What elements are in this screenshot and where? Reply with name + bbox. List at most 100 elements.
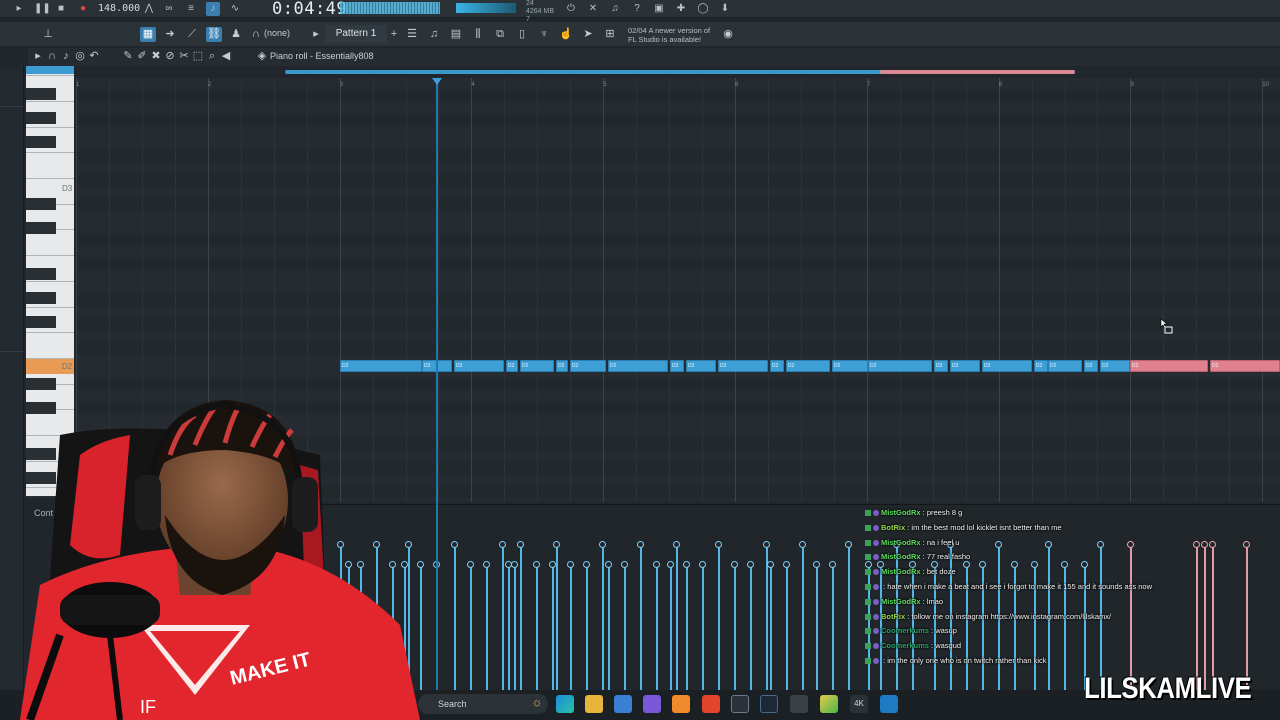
stop-icon[interactable]: ■ [54,2,68,16]
velocity-handle[interactable] [799,541,806,548]
tempo-display[interactable]: 148.000 [98,2,140,16]
typing-keyboard-icon[interactable]: ♪ [206,2,220,16]
song-time-display[interactable]: 0:04:49 [272,0,347,19]
note[interactable]: D2 [686,360,716,372]
velocity-stem[interactable] [470,564,472,694]
black-key[interactable] [26,268,56,280]
note[interactable]: D2 [1034,360,1048,372]
pause-icon[interactable]: ❚❚ [34,2,51,16]
velocity-stem[interactable] [718,544,720,694]
record-icon[interactable]: ● [76,2,90,16]
velocity-handle[interactable] [637,541,644,548]
playhead[interactable] [436,80,438,700]
velocity-handle[interactable] [767,561,774,568]
velocity-stem[interactable] [802,544,804,694]
velocity-stem[interactable] [656,564,658,694]
velocity-handle[interactable] [549,561,556,568]
plugin-picker-icon[interactable]: ♆ [536,27,552,42]
velocity-stem[interactable] [602,544,604,694]
snap-icon[interactable]: ∩ [248,27,264,42]
velocity-stem[interactable] [848,544,850,694]
velocity-stem[interactable] [420,564,422,694]
help-icon[interactable]: ? [630,2,644,16]
note[interactable]: D2 [868,360,932,372]
add-pattern-icon[interactable]: + [386,27,402,42]
plugin-icon[interactable]: ✚ [674,2,688,16]
white-key[interactable] [26,255,74,257]
velocity-handle[interactable] [599,541,606,548]
velocity-stem[interactable] [676,544,678,694]
white-key[interactable] [26,75,74,77]
velocity-stem[interactable] [586,564,588,694]
velocity-stem[interactable] [832,564,834,694]
next-icon[interactable]: ➜ [162,27,178,42]
note[interactable]: D2 [832,360,868,372]
wait-for-input-icon[interactable]: ∿ [228,2,242,16]
velocity-stem[interactable] [486,564,488,694]
black-key[interactable] [26,198,56,210]
note[interactable]: D2 [1084,360,1098,372]
note[interactable]: D2 [786,360,830,372]
note[interactable]: D2 [570,360,606,372]
velocity-handle[interactable] [533,561,540,568]
white-key[interactable] [26,100,74,102]
steam-icon[interactable] [760,695,778,713]
piano-roll-icon[interactable]: ♫ [426,27,442,42]
globe-icon[interactable]: ◉ [720,27,736,42]
speaker-icon[interactable]: ◀ [218,49,234,64]
velocity-handle[interactable] [467,561,474,568]
velocity-stem[interactable] [686,564,688,694]
browser-icon[interactable]: ⧉ [492,27,508,42]
white-key[interactable] [26,358,74,359]
cart-icon[interactable]: ⊞ [602,27,618,42]
step-edit-icon[interactable]: ≡ [184,2,198,16]
playlist-view-icon[interactable]: ▦ [140,27,156,42]
velocity-stem[interactable] [770,564,772,694]
save-icon[interactable]: ▣ [652,2,666,16]
widget-icon[interactable]: ☼ [528,695,546,713]
velocity-stem[interactable] [536,564,538,694]
prev-pattern-icon[interactable]: ▸ [308,27,324,42]
note[interactable]: D2 [718,360,768,372]
velocity-handle[interactable] [451,541,458,548]
note[interactable]: D2 [454,360,504,372]
velocity-stem[interactable] [570,564,572,694]
note[interactable]: D2 [770,360,784,372]
note[interactable]: D2 [520,360,554,372]
velocity-handle[interactable] [605,561,612,568]
velocity-handle[interactable] [667,561,674,568]
white-key[interactable] [26,178,74,179]
white-key[interactable] [26,126,74,128]
white-key[interactable] [26,332,74,334]
velocity-stem[interactable] [624,564,626,694]
black-key[interactable] [26,292,56,304]
note[interactable]: D2 [340,360,422,372]
black-key[interactable] [26,88,56,100]
edge-icon[interactable] [556,695,574,713]
velocity-handle[interactable] [621,561,628,568]
velocity-handle[interactable] [763,541,770,548]
horizontal-scrollbar[interactable] [285,70,1075,74]
black-key[interactable] [26,136,56,148]
note[interactable]: D2 [934,360,948,372]
pattern-song-toggle[interactable]: ▸ [12,2,26,16]
store-icon[interactable] [614,695,632,713]
stamp-icon[interactable]: ♟ [228,27,244,42]
pattern-selector[interactable]: Pattern 1 [325,25,387,43]
velocity-stem[interactable] [816,564,818,694]
velocity-stem[interactable] [640,544,642,694]
velocity-handle[interactable] [553,541,560,548]
channel-rack-icon[interactable]: ▤ [448,27,464,42]
send-icon[interactable]: ➤ [580,27,596,42]
folder-icon[interactable] [585,695,603,713]
velocity-stem[interactable] [702,564,704,694]
file-icon[interactable]: ▯ [514,27,530,42]
note-selected[interactable]: D2 [1210,360,1280,372]
note[interactable]: D2 [556,360,568,372]
update-notice[interactable]: 02/04 A newer version of FL Studio is av… [628,26,710,44]
video-4k-icon[interactable]: 4K [850,695,868,713]
note[interactable]: D2 [1100,360,1130,372]
note[interactable]: D2 [1048,360,1082,372]
velocity-stem[interactable] [502,544,504,694]
note[interactable]: D2 [506,360,518,372]
